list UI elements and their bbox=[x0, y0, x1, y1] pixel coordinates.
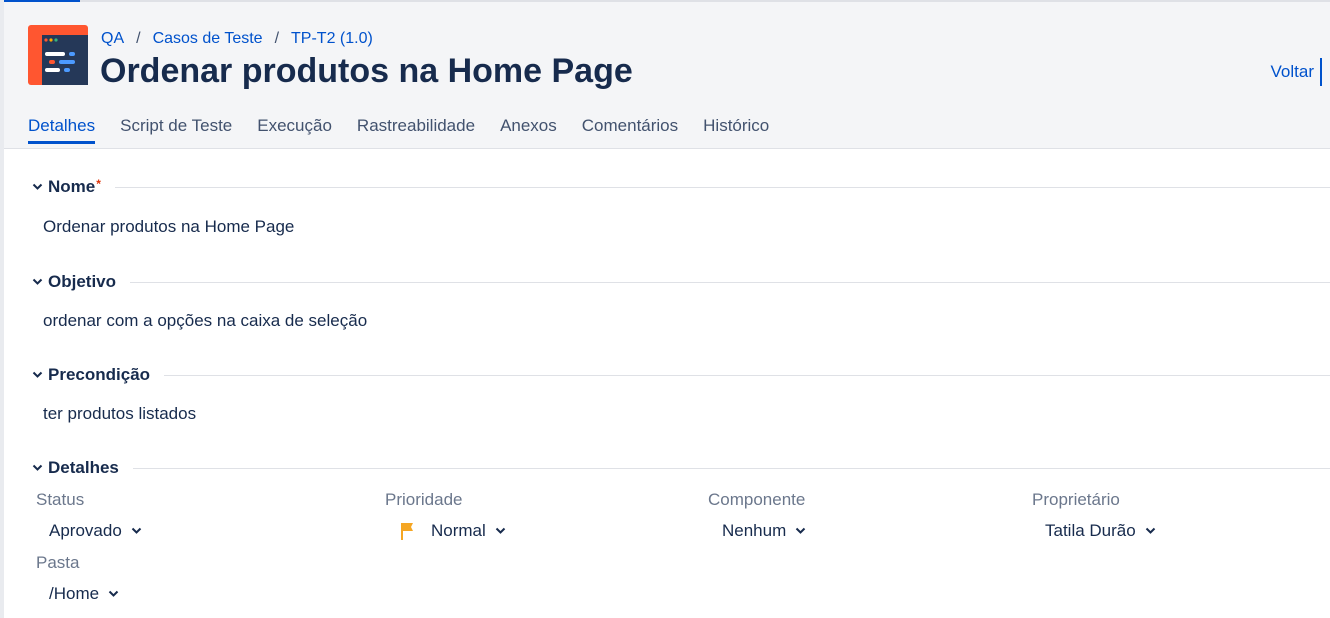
tab-traceability[interactable]: Rastreabilidade bbox=[357, 116, 475, 144]
priority-dropdown[interactable]: Normal bbox=[401, 521, 506, 541]
section-divider bbox=[164, 374, 1330, 376]
breadcrumb-separator: / bbox=[136, 30, 141, 47]
priority-label: Prioridade bbox=[385, 490, 463, 509]
page-title: Ordenar produtos na Home Page bbox=[100, 52, 633, 90]
chevron-down-icon bbox=[495, 527, 506, 534]
status-dropdown[interactable]: Aprovado bbox=[49, 521, 142, 541]
section-precondition-label: Precondição bbox=[48, 365, 151, 384]
chevron-down-icon bbox=[32, 183, 43, 190]
component-label: Componente bbox=[708, 490, 806, 509]
objective-value[interactable]: ordenar com a opções na caixa de seleção bbox=[43, 311, 367, 331]
folder-value: /Home bbox=[49, 584, 100, 603]
section-details-header[interactable]: Detalhes bbox=[32, 458, 1330, 478]
back-button[interactable]: Voltar bbox=[1271, 58, 1322, 86]
tab-test-script[interactable]: Script de Teste bbox=[120, 116, 232, 144]
section-divider bbox=[114, 186, 1330, 188]
section-name-label: Nome* bbox=[48, 177, 101, 196]
section-details-label: Detalhes bbox=[48, 458, 119, 477]
section-objective-label: Objetivo bbox=[48, 272, 117, 291]
page-header: QA / Casos de Teste / TP-T2 (1.0) Ordena… bbox=[4, 2, 1330, 149]
breadcrumb-project[interactable]: QA bbox=[101, 30, 124, 48]
chevron-down-icon bbox=[32, 278, 43, 285]
breadcrumb: QA / Casos de Teste / TP-T2 (1.0) bbox=[101, 30, 373, 48]
status-label: Status bbox=[36, 490, 85, 509]
chevron-down-icon bbox=[108, 590, 119, 597]
section-objective-header[interactable]: Objetivo bbox=[32, 272, 1330, 292]
section-divider bbox=[130, 281, 1330, 283]
precondition-value[interactable]: ter produtos listados bbox=[43, 404, 196, 424]
folder-label: Pasta bbox=[36, 553, 80, 572]
tab-history[interactable]: Histórico bbox=[703, 116, 769, 144]
folder-dropdown[interactable]: /Home bbox=[49, 584, 119, 604]
owner-value: Tatila Durão bbox=[1045, 521, 1136, 540]
section-precondition-header[interactable]: Precondição bbox=[32, 365, 1330, 385]
breadcrumb-separator: / bbox=[274, 30, 280, 47]
tab-execution[interactable]: Execução bbox=[257, 116, 332, 144]
owner-dropdown[interactable]: Tatila Durão bbox=[1045, 521, 1156, 541]
priority-value: Normal bbox=[431, 521, 486, 540]
section-name-header[interactable]: Nome* bbox=[32, 177, 1330, 197]
name-value[interactable]: Ordenar produtos na Home Page bbox=[43, 217, 294, 237]
component-value: Nenhum bbox=[722, 521, 787, 540]
test-case-icon bbox=[28, 25, 88, 85]
tab-details[interactable]: Detalhes bbox=[28, 116, 96, 144]
breadcrumb-test-cases[interactable]: Casos de Teste bbox=[153, 30, 263, 48]
flag-icon bbox=[401, 522, 413, 540]
chevron-down-icon bbox=[1145, 527, 1155, 534]
chevron-down-icon bbox=[131, 527, 141, 534]
chevron-down-icon bbox=[32, 371, 43, 378]
breadcrumb-test-case-key[interactable]: TP-T2 (1.0) bbox=[291, 30, 373, 48]
owner-label: Proprietário bbox=[1032, 490, 1120, 509]
status-value: Aprovado bbox=[49, 521, 122, 540]
tab-comments[interactable]: Comentários bbox=[582, 116, 678, 144]
chevron-down-icon bbox=[32, 464, 43, 471]
component-dropdown[interactable]: Nenhum bbox=[722, 521, 806, 541]
section-divider bbox=[132, 467, 1330, 469]
tab-attachments[interactable]: Anexos bbox=[500, 116, 557, 144]
chevron-down-icon bbox=[796, 527, 806, 534]
required-indicator: * bbox=[96, 177, 101, 191]
tab-bar: Detalhes Script de Teste Execução Rastre… bbox=[28, 116, 794, 144]
